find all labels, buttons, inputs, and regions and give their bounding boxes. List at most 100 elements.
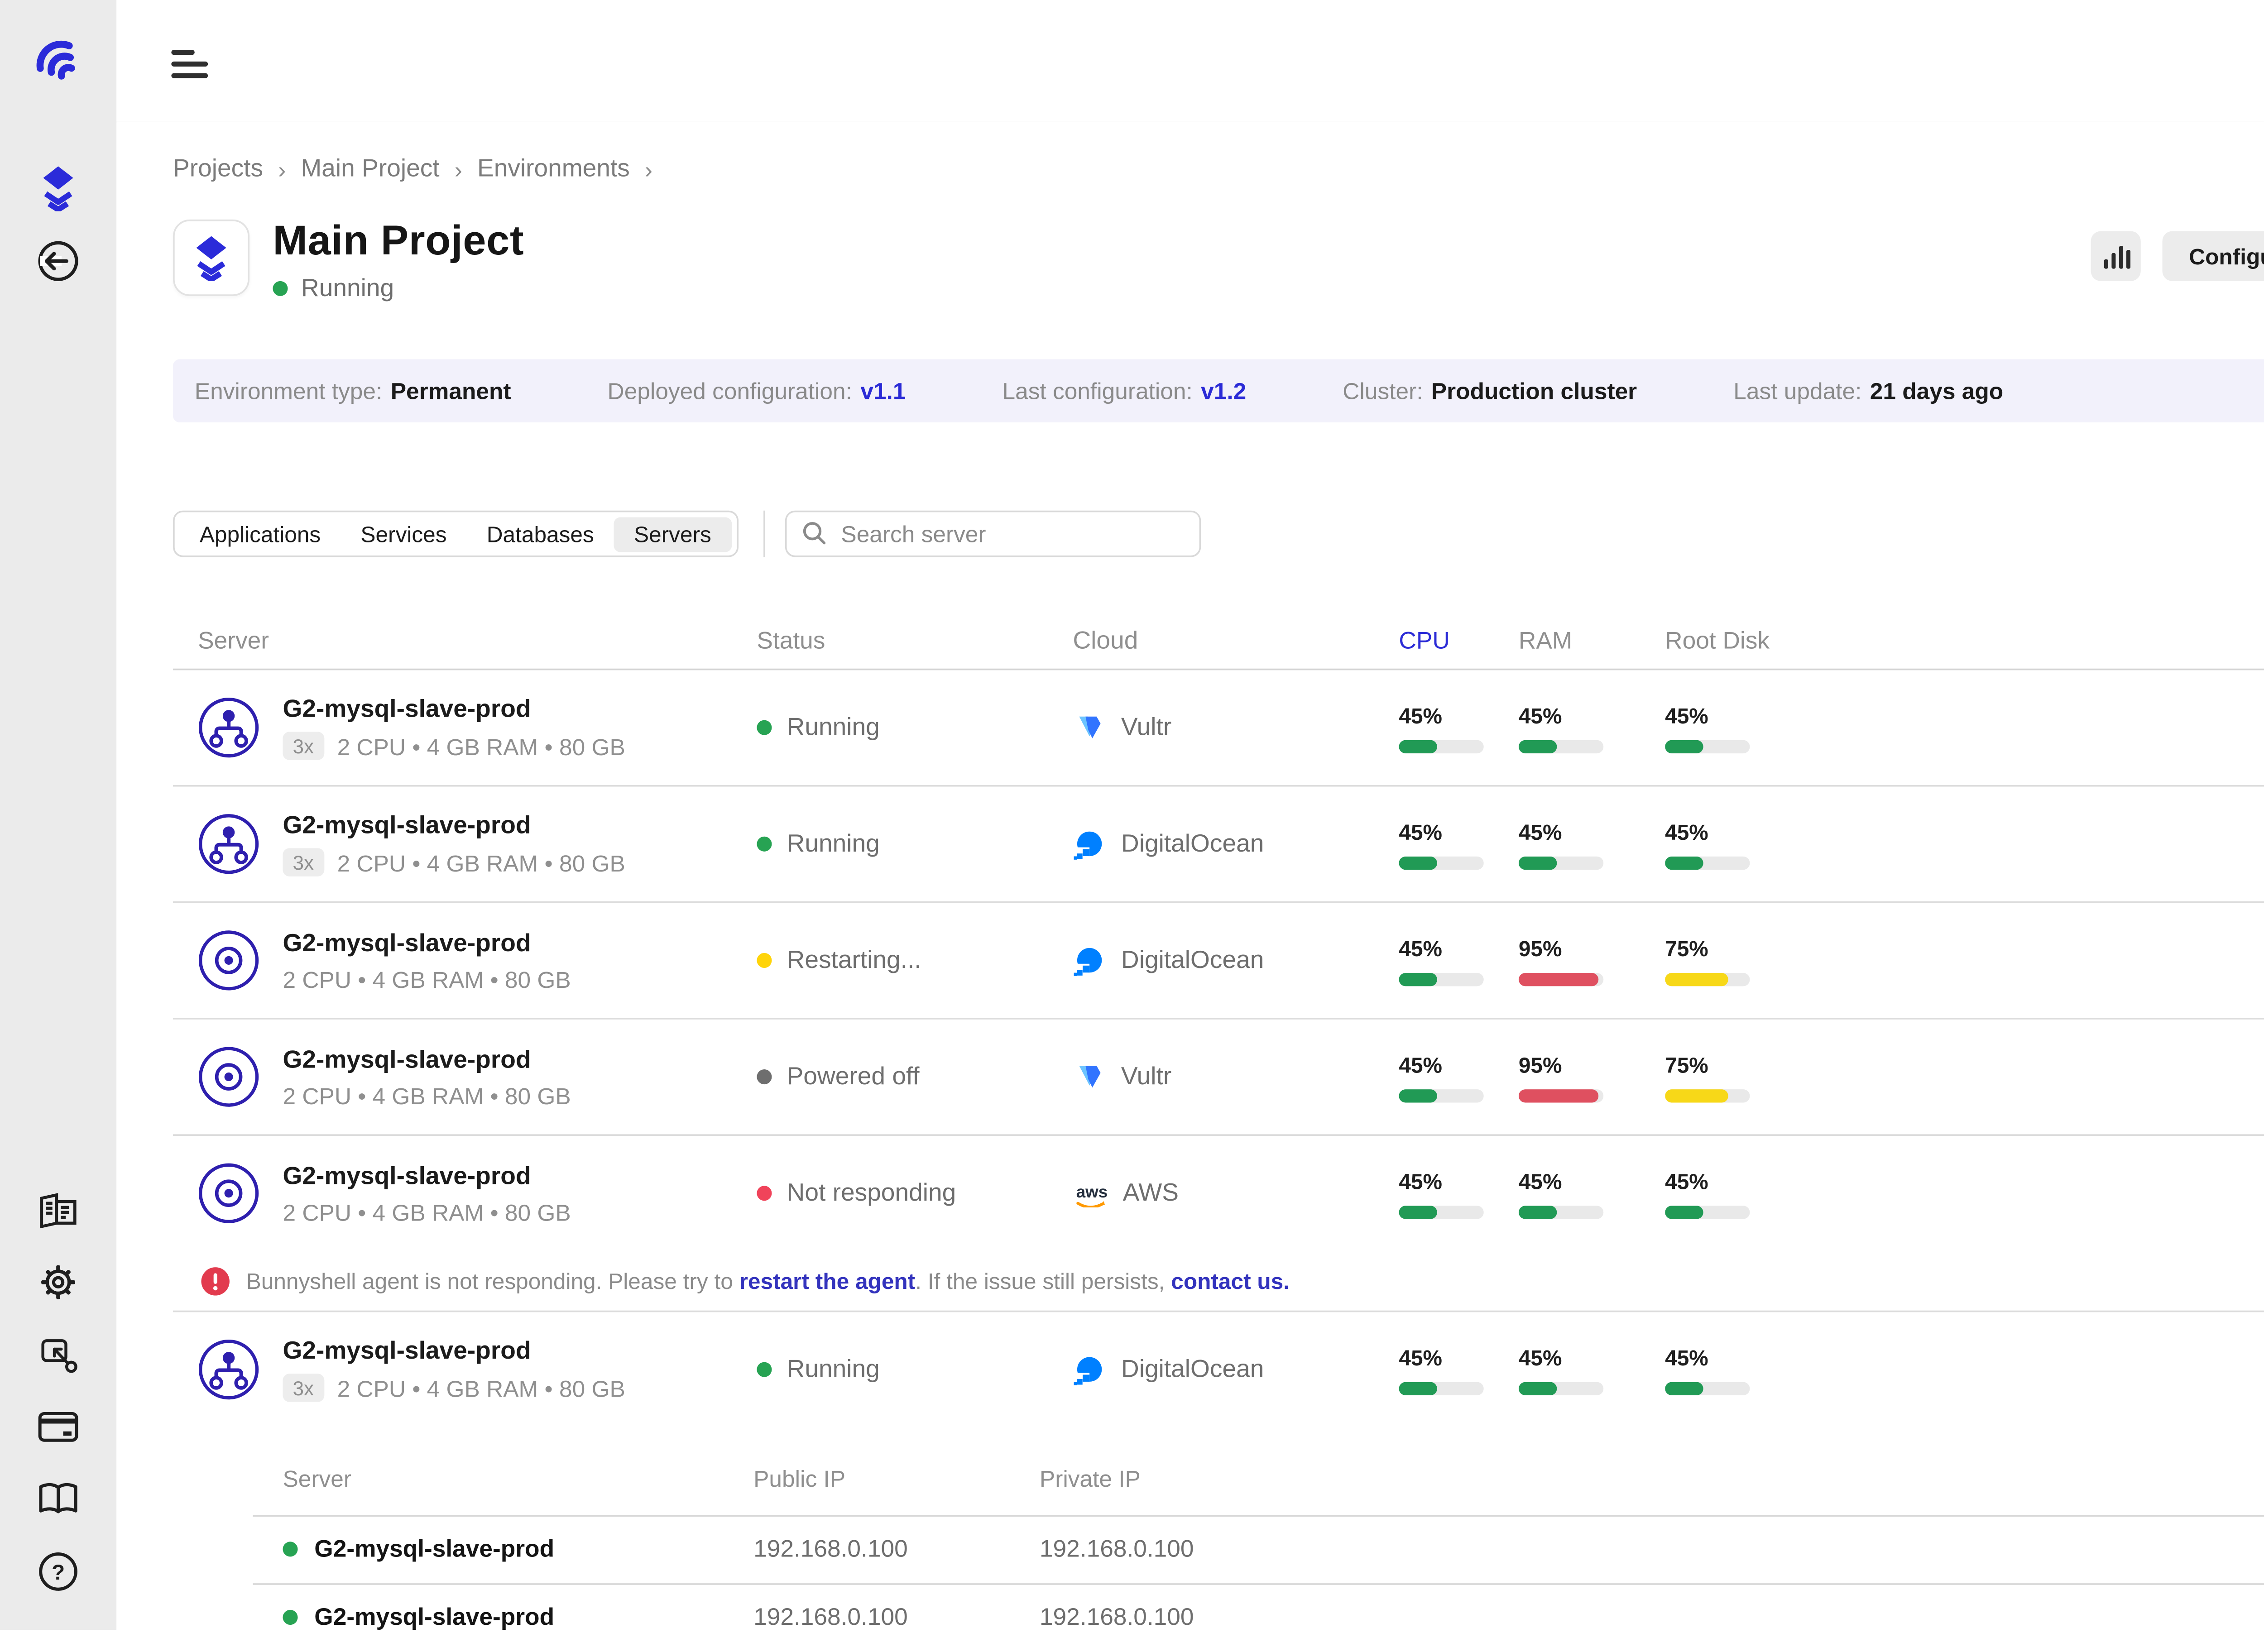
tab-services[interactable]: Services: [341, 517, 466, 552]
server-search: [784, 511, 1200, 558]
sidebar-billing-icon[interactable]: [38, 1411, 79, 1443]
server-specs: 2 CPU • 4 GB RAM • 80 GB: [283, 966, 571, 992]
alert-icon: [201, 1267, 229, 1295]
status-dot: [283, 1542, 297, 1557]
sidebar-collapse-icon[interactable]: [37, 239, 80, 283]
tab-databases[interactable]: Databases: [467, 517, 614, 552]
ram-meter: 45%: [1519, 1169, 1665, 1219]
table-header: Server Status Cloud CPU RAM Root Disk: [173, 614, 2264, 670]
ram-percent: 45%: [1519, 1169, 1665, 1194]
filter-row: Applications Services Databases Servers: [173, 511, 2264, 558]
info-last-configuration: Last configuration:v1.2: [1002, 378, 1246, 405]
server-name: G2-mysql-slave-prod: [283, 929, 571, 958]
breadcrumb-separator: ›: [645, 155, 652, 182]
breadcrumb-separator: ›: [278, 155, 286, 182]
status-label: Powered off: [787, 1063, 920, 1091]
info-last-update: Last update:21 days ago: [1733, 378, 2003, 405]
table-row: G2-mysql-slave-prod 3x2 CPU • 4 GB RAM •…: [173, 670, 2264, 787]
agent-alert: Bunnyshell agent is not responding. Plea…: [173, 1251, 2264, 1312]
cluster-server-icon: [198, 1339, 259, 1401]
project-icon: [173, 220, 249, 296]
last-configuration-link[interactable]: v1.2: [1201, 378, 1246, 405]
cluster-server-icon: [198, 697, 259, 759]
col-header-root-disk[interactable]: Root Disk: [1665, 628, 1865, 655]
breadcrumb-main-project[interactable]: Main Project: [301, 155, 439, 183]
cpu-meter: 45%: [1399, 1345, 1518, 1395]
tab-applications[interactable]: Applications: [180, 517, 341, 552]
cloud-name: Vultr: [1121, 1063, 1171, 1091]
subcol-header-private-ip: Private IP: [1040, 1465, 1141, 1492]
breadcrumb-projects[interactable]: Projects: [173, 155, 263, 183]
server-specs: 2 CPU • 4 GB RAM • 80 GB: [337, 849, 625, 876]
configuration-button[interactable]: Configuration: [2163, 231, 2264, 281]
multiplier-badge: 3x: [283, 848, 324, 876]
breadcrumb-environments[interactable]: Environments: [477, 155, 630, 183]
status-label: Running: [787, 714, 880, 742]
sidebar-docs-icon[interactable]: [38, 1482, 79, 1515]
disk-percent: 45%: [1665, 1169, 1865, 1194]
server-specs: 2 CPU • 4 GB RAM • 80 GB: [283, 1199, 571, 1226]
status-label: Running: [787, 830, 880, 858]
cpu-percent: 45%: [1399, 936, 1518, 961]
ram-meter: 95%: [1519, 1052, 1665, 1102]
ram-meter: 45%: [1519, 819, 1665, 869]
info-cluster: Cluster:Production cluster: [1343, 378, 1637, 405]
disk-percent: 45%: [1665, 1345, 1865, 1370]
menu-toggle-icon[interactable]: [171, 50, 208, 78]
disk-percent: 75%: [1665, 1052, 1865, 1077]
sidebar-settings-icon[interactable]: [38, 1262, 78, 1302]
divider: [763, 511, 765, 558]
cloud-name: DigitalOcean: [1121, 830, 1264, 858]
status-label: Running: [301, 275, 394, 303]
restart-agent-link[interactable]: restart the agent: [739, 1269, 916, 1293]
cpu-meter: 45%: [1399, 936, 1518, 986]
sidebar-organization-icon[interactable]: [38, 1192, 78, 1229]
bunnyshell-logo-icon[interactable]: [30, 33, 86, 90]
tab-servers[interactable]: Servers: [614, 517, 731, 552]
col-header-server: Server: [198, 628, 757, 655]
svg-text:?: ?: [52, 1561, 65, 1585]
multiplier-badge: 3x: [283, 1374, 324, 1402]
search-input[interactable]: [784, 511, 1200, 558]
server-name: G2-mysql-slave-prod: [283, 1337, 625, 1365]
resource-tabs: Applications Services Databases Servers: [173, 511, 738, 558]
table-row-expanded: G2-mysql-slave-prod 3x 2 CPU • 4 GB RAM •…: [173, 1312, 2264, 1427]
col-header-cpu[interactable]: CPU: [1399, 628, 1518, 655]
server-specs: 2 CPU • 4 GB RAM • 80 GB: [337, 1375, 625, 1402]
cpu-meter: 45%: [1399, 703, 1518, 753]
root-disk-meter: 45%: [1665, 1169, 1865, 1219]
disk-percent: 45%: [1665, 703, 1865, 728]
ram-percent: 95%: [1519, 936, 1665, 961]
sidebar-referral-icon[interactable]: [38, 1334, 78, 1374]
cpu-percent: 45%: [1399, 1169, 1518, 1194]
digitalocean-logo: [1073, 828, 1106, 861]
ram-meter: 45%: [1519, 703, 1665, 753]
server-specs: 2 CPU • 4 GB RAM • 80 GB: [283, 1082, 571, 1109]
page-header: Main Project Running Configuration: [173, 220, 2264, 303]
server-name: G2-mysql-slave-prod: [314, 1604, 554, 1631]
cpu-percent: 45%: [1399, 1052, 1518, 1077]
ram-percent: 45%: [1519, 703, 1665, 728]
contact-us-link[interactable]: contact us.: [1171, 1269, 1290, 1293]
cloud-name: DigitalOcean: [1121, 947, 1264, 975]
ram-meter: 45%: [1519, 1345, 1665, 1395]
sidebar-help-icon[interactable]: ?: [38, 1551, 79, 1593]
root-disk-meter: 75%: [1665, 936, 1865, 986]
subtable-row: G2-mysql-slave-prod 192.168.0.100 192.16…: [173, 1584, 2264, 1652]
sidebar-item-environments-icon[interactable]: [37, 165, 80, 211]
deployed-configuration-link[interactable]: v1.1: [860, 378, 906, 405]
breadcrumb-separator: ›: [455, 155, 462, 182]
root-disk-meter: 75%: [1665, 1052, 1865, 1102]
col-header-ram[interactable]: RAM: [1519, 628, 1665, 655]
cpu-meter: 45%: [1399, 819, 1518, 869]
metrics-button[interactable]: [2091, 231, 2141, 281]
server-name: G2-mysql-slave-prod: [283, 1046, 571, 1074]
status-dot: [757, 1362, 772, 1377]
main-content: Projects › Main Project › Environments › Ma…: [116, 121, 2264, 1630]
table-row: G2-mysql-slave-prod 2 CPU • 4 GB RAM • 8…: [173, 904, 2264, 1020]
status-dot: [283, 1610, 297, 1625]
disk-percent: 45%: [1665, 819, 1865, 844]
alert-text: Bunnyshell agent is not responding. Plea…: [246, 1269, 1290, 1293]
subcol-header-server: Server: [283, 1465, 753, 1492]
app-window: ? Projects › Main Project ›: [0, 0, 2264, 1630]
